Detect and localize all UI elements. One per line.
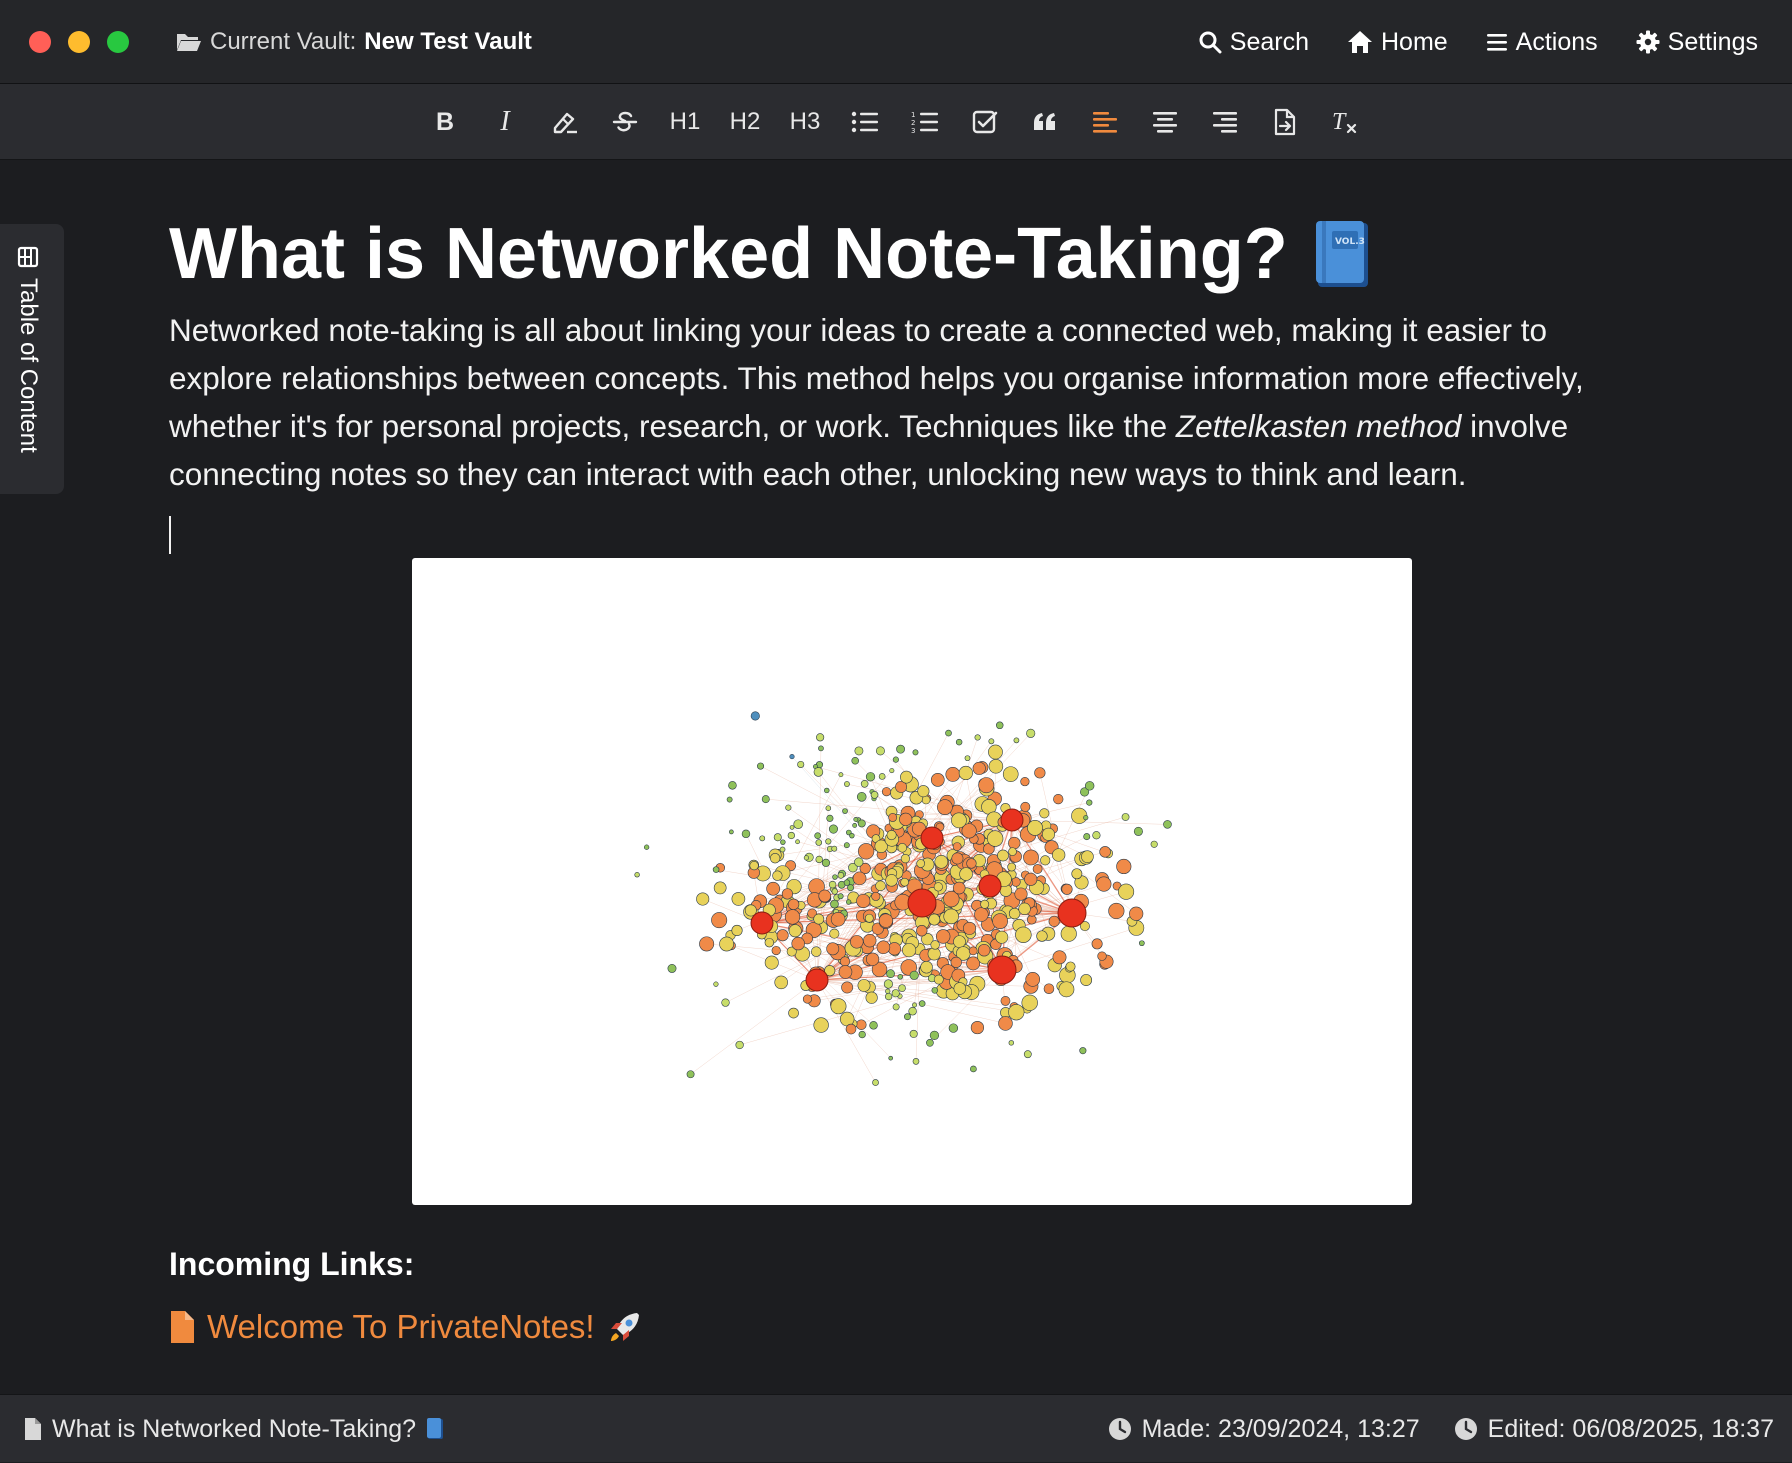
search-button[interactable]: Search bbox=[1198, 24, 1309, 60]
svg-text:3: 3 bbox=[911, 127, 915, 134]
text-cursor bbox=[169, 516, 171, 554]
quote-icon bbox=[1033, 112, 1057, 132]
blue-book-icon bbox=[426, 1418, 444, 1440]
strikethrough-button[interactable] bbox=[595, 100, 655, 144]
incoming-links-heading: Incoming Links: bbox=[169, 1246, 414, 1283]
home-icon bbox=[1347, 30, 1373, 54]
close-window-button[interactable] bbox=[29, 31, 51, 53]
search-label: Search bbox=[1230, 28, 1309, 57]
align-left-icon bbox=[1092, 111, 1118, 133]
graph-nodes bbox=[635, 712, 1172, 1086]
align-center-button[interactable] bbox=[1135, 100, 1195, 144]
svg-text:1: 1 bbox=[911, 111, 915, 119]
top-navigation: Search Home Actions bbox=[1198, 24, 1758, 60]
file-icon bbox=[24, 1417, 42, 1441]
svg-text:2: 2 bbox=[911, 119, 915, 127]
align-right-icon bbox=[1212, 111, 1238, 133]
vault-name: New Test Vault bbox=[364, 28, 532, 56]
clear-format-button[interactable]: T bbox=[1315, 100, 1375, 144]
formatting-toolbar: B I H1 H2 H3 1 bbox=[0, 84, 1792, 160]
align-center-icon bbox=[1152, 111, 1178, 133]
note-title-text: What is Networked Note-Taking? bbox=[169, 206, 1288, 302]
numbered-list-icon: 1 2 3 bbox=[911, 110, 939, 134]
table-of-content-tab[interactable]: Table of Content bbox=[0, 224, 64, 494]
clear-format-icon: T bbox=[1331, 109, 1359, 135]
toc-label: Table of Content bbox=[14, 278, 42, 453]
folder-open-icon bbox=[176, 31, 202, 53]
title-bar: Current Vault: New Test Vault Search Hom… bbox=[0, 0, 1792, 84]
settings-button[interactable]: Settings bbox=[1636, 24, 1758, 60]
edited-date-text: Edited: 06/08/2025, 18:37 bbox=[1488, 1415, 1774, 1444]
highlight-button[interactable] bbox=[535, 100, 595, 144]
bullet-list-icon bbox=[851, 111, 879, 133]
svg-text:VOL.3: VOL.3 bbox=[1335, 237, 1365, 247]
clock-icon bbox=[1108, 1417, 1132, 1441]
file-icon bbox=[169, 1310, 195, 1344]
actions-label: Actions bbox=[1516, 28, 1598, 57]
checklist-icon bbox=[972, 109, 998, 135]
svg-text:T: T bbox=[1332, 109, 1347, 135]
home-button[interactable]: Home bbox=[1347, 24, 1448, 60]
menu-icon bbox=[1486, 32, 1508, 52]
rocket-icon bbox=[607, 1309, 643, 1345]
created-date: Made: 23/09/2024, 13:27 bbox=[1108, 1415, 1420, 1444]
bold-icon: B bbox=[436, 108, 454, 137]
italic-button[interactable]: I bbox=[475, 100, 535, 144]
heading-1-button[interactable]: H1 bbox=[655, 100, 715, 144]
maximize-window-button[interactable] bbox=[107, 31, 129, 53]
status-bar: What is Networked Note-Taking? Made: 23/… bbox=[0, 1394, 1792, 1462]
note-editor[interactable]: What is Networked Note-Taking? VOL.3 Net… bbox=[169, 206, 1649, 554]
bold-button[interactable]: B bbox=[415, 100, 475, 144]
gear-icon bbox=[1636, 30, 1660, 54]
home-label: Home bbox=[1381, 28, 1448, 57]
incoming-link-label: Welcome To PrivateNotes! bbox=[207, 1308, 595, 1346]
align-left-button[interactable] bbox=[1075, 100, 1135, 144]
edited-date: Edited: 06/08/2025, 18:37 bbox=[1454, 1415, 1774, 1444]
strikethrough-icon bbox=[612, 110, 638, 134]
heading-2-button[interactable]: H2 bbox=[715, 100, 775, 144]
paragraph-emphasis: Zettelkasten method bbox=[1176, 408, 1461, 444]
export-button[interactable] bbox=[1255, 100, 1315, 144]
status-file-title: What is Networked Note-Taking? bbox=[52, 1415, 416, 1444]
note-paragraph[interactable]: Networked note-taking is all about linki… bbox=[169, 306, 1659, 498]
blue-book-icon: VOL.3 bbox=[1312, 219, 1372, 289]
note-title[interactable]: What is Networked Note-Taking? VOL.3 bbox=[169, 206, 1649, 302]
export-icon bbox=[1273, 108, 1297, 136]
highlight-icon bbox=[551, 110, 579, 134]
quote-button[interactable] bbox=[1015, 100, 1075, 144]
checklist-button[interactable] bbox=[955, 100, 1015, 144]
numbered-list-button[interactable]: 1 2 3 bbox=[895, 100, 955, 144]
minimize-window-button[interactable] bbox=[68, 31, 90, 53]
network-graph-image[interactable] bbox=[412, 558, 1412, 1205]
settings-label: Settings bbox=[1668, 28, 1758, 57]
clock-icon bbox=[1454, 1417, 1478, 1441]
actions-button[interactable]: Actions bbox=[1486, 24, 1598, 60]
heading-3-button[interactable]: H3 bbox=[775, 100, 835, 144]
vault-label: Current Vault: bbox=[210, 28, 356, 56]
current-vault[interactable]: Current Vault: New Test Vault bbox=[176, 26, 532, 58]
created-date-text: Made: 23/09/2024, 13:27 bbox=[1142, 1415, 1420, 1444]
incoming-link-item[interactable]: Welcome To PrivateNotes! bbox=[169, 1308, 643, 1346]
search-icon bbox=[1198, 30, 1222, 54]
align-right-button[interactable] bbox=[1195, 100, 1255, 144]
table-icon bbox=[17, 246, 39, 268]
bullet-list-button[interactable] bbox=[835, 100, 895, 144]
italic-icon: I bbox=[500, 106, 509, 138]
network-graph bbox=[412, 558, 1412, 1205]
